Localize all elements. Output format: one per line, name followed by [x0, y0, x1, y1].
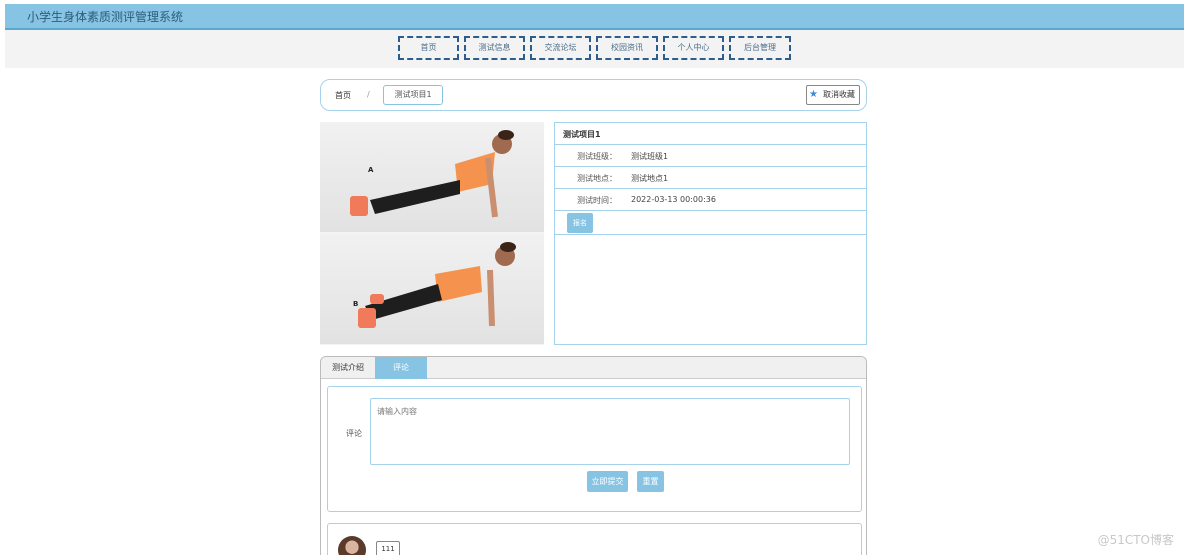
- nav-item-admin[interactable]: 后台管理: [729, 36, 791, 60]
- details-value: 测试班级1: [631, 152, 669, 161]
- comment-input[interactable]: [370, 398, 850, 465]
- nav-item-forum[interactable]: 交流论坛: [530, 36, 591, 60]
- comment-form: 评论 立即提交 重置: [327, 386, 862, 512]
- details-key: 测试时间：: [577, 196, 617, 205]
- comment-label: 评论: [346, 429, 362, 438]
- details-row-class: 测试班级： 测试班级1: [555, 145, 866, 167]
- tabs-panel: 测试介绍 评论 评论 立即提交 重置 111: [320, 356, 867, 555]
- pushup-figure-b: [358, 242, 516, 328]
- photo-panel-a: A: [320, 122, 544, 232]
- nav-item-news[interactable]: 校园资讯: [596, 36, 658, 60]
- details-value: 测试地点1: [631, 174, 669, 183]
- watermark: @51CTO博客: [1097, 533, 1174, 547]
- top-header: 小学生身体素质测评管理系统: [5, 4, 1184, 30]
- details-row-time: 测试时间： 2022-03-13 00:00:36: [555, 189, 866, 211]
- app-title: 小学生身体素质测评管理系统: [27, 10, 184, 24]
- photo-panel-b: B: [320, 234, 544, 344]
- details-title-row: 测试项目1: [555, 123, 866, 145]
- breadcrumb-current: 测试项目1: [383, 85, 443, 105]
- details-row-location: 测试地点： 测试地点1: [555, 167, 866, 189]
- tab-bar: 测试介绍 评论: [321, 357, 866, 379]
- details-key: 测试班级：: [577, 152, 617, 161]
- details-value: 2022-03-13 00:00:36: [631, 195, 716, 204]
- reset-button[interactable]: 重置: [637, 471, 664, 492]
- comment-list-item: 111: [327, 523, 862, 555]
- main-nav: 首页 测试信息 交流论坛 校园资讯 个人中心 后台管理: [5, 30, 1184, 68]
- item-details: 测试项目1 测试班级： 测试班级1 测试地点： 测试地点1 测试时间： 2022…: [554, 122, 867, 345]
- tab-test-intro[interactable]: 测试介绍: [321, 357, 375, 379]
- comment-text: 111: [376, 541, 400, 555]
- photo-label-b: B: [353, 300, 359, 308]
- item-photo: A B: [320, 122, 544, 345]
- unfavorite-button[interactable]: ★ 取消收藏: [806, 85, 860, 105]
- tab-comments[interactable]: 评论: [375, 357, 427, 379]
- star-icon: ★: [809, 89, 818, 100]
- avatar: [338, 536, 366, 555]
- breadcrumb: 首页 / 测试项目1 ★ 取消收藏: [320, 79, 867, 111]
- nav-item-home[interactable]: 首页: [398, 36, 459, 60]
- details-actions-row: [555, 211, 866, 235]
- breadcrumb-separator: /: [367, 90, 370, 99]
- submit-button[interactable]: 立即提交: [587, 471, 628, 492]
- details-title: 测试项目1: [563, 130, 601, 139]
- nav-item-profile[interactable]: 个人中心: [663, 36, 724, 60]
- unfavorite-label: 取消收藏: [823, 90, 855, 99]
- photo-label-a: A: [368, 166, 374, 174]
- pushup-figure-a: [350, 130, 514, 218]
- breadcrumb-home[interactable]: 首页: [335, 90, 351, 101]
- nav-item-test-info[interactable]: 测试信息: [464, 36, 525, 60]
- details-key: 测试地点：: [577, 174, 617, 183]
- signup-button[interactable]: 报名: [567, 213, 593, 233]
